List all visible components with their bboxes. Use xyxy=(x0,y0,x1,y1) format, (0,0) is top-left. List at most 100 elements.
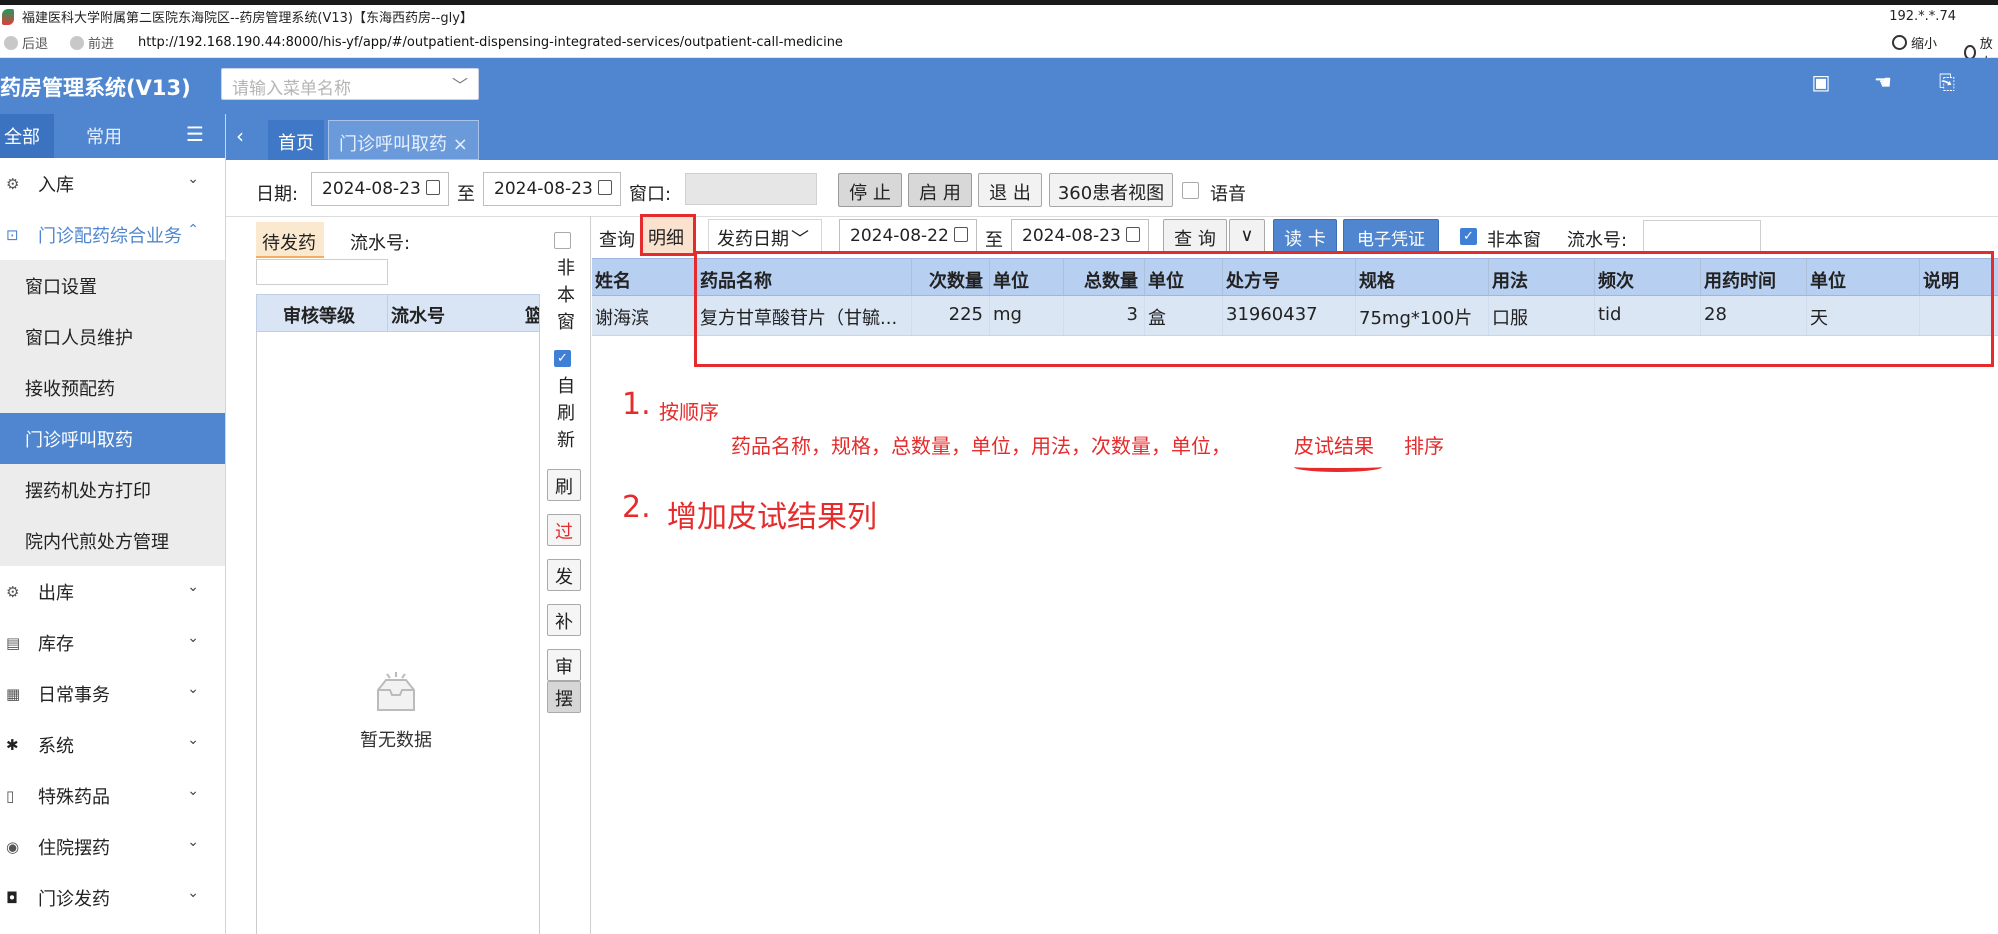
window-title-bar: 福建医科大学附属第二医院东海院区--药房管理系统(V13)【东海西药房--gly… xyxy=(0,0,1998,28)
serial-input[interactable] xyxy=(256,259,388,285)
serial-label: 流水号: xyxy=(350,233,411,254)
not-this-window-label-2: 非本窗 xyxy=(1487,230,1541,251)
search-dropdown-button[interactable]: ∨ xyxy=(1229,219,1265,253)
review-button[interactable]: 审 xyxy=(547,649,581,681)
auto-refresh-label: 自刷新 xyxy=(557,376,575,451)
not-this-window-label: 非本窗 xyxy=(557,258,575,333)
sidebar-item-daily[interactable]: ▦ 日常事务 ⌄ xyxy=(0,668,225,719)
chevron-up-icon: ⌃ xyxy=(187,222,199,238)
sidebar-subitem-decoction[interactable]: 院内代煎处方管理 xyxy=(0,515,225,566)
hand-icon[interactable]: ☚ xyxy=(1870,70,1896,96)
sidebar-subitem-window-staff[interactable]: 窗口人员维护 xyxy=(0,311,225,362)
col-serial: 流水号 xyxy=(391,306,445,327)
not-this-window-checkbox[interactable] xyxy=(554,232,571,249)
search-button[interactable]: 查 询 xyxy=(1163,219,1227,253)
menu-search-input[interactable]: 请输入菜单名称 ﹀ xyxy=(221,68,479,100)
col-basket: 篮 xyxy=(525,306,539,327)
medicine-icon: ▯ xyxy=(6,786,15,805)
refresh-button[interactable]: 刷 xyxy=(547,469,581,501)
enable-button[interactable]: 启 用 xyxy=(908,173,972,207)
e-voucher-button[interactable]: 电子凭证 xyxy=(1343,219,1439,253)
address-bar: 后退 前进 http://192.168.190.44:8000/his-yf/… xyxy=(0,28,1998,71)
machine-button[interactable]: 摆 xyxy=(547,681,581,713)
voice-checkbox[interactable] xyxy=(1182,182,1199,199)
col-patient-name: 姓名 xyxy=(592,259,697,295)
not-this-window-checkbox-2[interactable]: ✓ xyxy=(1460,228,1477,245)
chevron-down-icon: ∨ xyxy=(1240,225,1254,246)
calendar-icon: ▦ xyxy=(6,684,21,703)
divider xyxy=(387,295,388,331)
exit-button[interactable]: 退 出 xyxy=(978,173,1042,207)
chevron-down-icon: ﹀ xyxy=(451,76,468,95)
chevron-down-icon: ⌄ xyxy=(187,630,199,646)
calendar-icon xyxy=(598,180,612,195)
tab-call-medicine[interactable]: 门诊呼叫取药 × xyxy=(328,120,479,160)
dispense-date-from-input[interactable]: 2024-08-22 xyxy=(839,219,977,253)
sidebar-item-special-drugs[interactable]: ▯ 特殊药品 ⌄ xyxy=(0,770,225,821)
dispense-button[interactable]: 发 xyxy=(547,559,581,591)
calendar-icon xyxy=(426,180,440,195)
sidebar-item-inbound[interactable]: ⚙ 入库 ⌄ xyxy=(0,158,225,209)
auto-refresh-checkbox[interactable]: ✓ xyxy=(554,350,571,367)
sidebar-item-outpatient-dispensing[interactable]: ⊡ 门诊配药综合业务 ⌃ xyxy=(0,209,225,260)
serial-input-2[interactable] xyxy=(1643,220,1761,252)
sidebar-item-stock[interactable]: ▤ 库存 ⌄ xyxy=(0,617,225,668)
dispense-date-to-input[interactable]: 2024-08-23 xyxy=(1011,219,1149,253)
tab-all[interactable]: 全部 xyxy=(0,114,54,158)
annotation-order: 药品名称，规格，总数量，单位，用法，次数量，单位， xyxy=(731,434,1231,458)
annotation-sort: 排序 xyxy=(1404,434,1444,458)
app-title: 药房管理系统(V13) xyxy=(0,76,191,100)
annotation-text-2: 增加皮试结果列 xyxy=(667,500,877,535)
pending-list-header: 审核等级 流水号 篮 xyxy=(256,294,540,332)
chevron-down-icon: ﹀ xyxy=(791,229,809,250)
gear-icon: ⚙ xyxy=(6,174,20,193)
pending-list-body xyxy=(256,332,540,934)
supplement-button[interactable]: 补 xyxy=(547,604,581,636)
tab-home[interactable]: 首页 xyxy=(268,120,324,160)
back-button[interactable]: 后退 xyxy=(4,33,48,52)
menu-collapse-icon[interactable]: ☰ xyxy=(186,122,204,146)
target-icon: ◉ xyxy=(6,837,20,856)
calendar-icon xyxy=(1126,227,1140,242)
tab-pending-dispense[interactable]: 待发药 xyxy=(256,222,324,258)
date-type-select[interactable]: 发药日期 ﹀ xyxy=(708,219,822,253)
sidebar-subitem-receive-predispense[interactable]: 接收预配药 xyxy=(0,362,225,413)
serial-label-2: 流水号: xyxy=(1567,230,1628,251)
patient-360-view-button[interactable]: 360患者视图 xyxy=(1049,173,1173,207)
sidebar-item-outpatient-dispense[interactable]: ◘ 门诊发药 ⌄ xyxy=(0,872,225,923)
tab-favorites[interactable]: 常用 xyxy=(86,123,122,149)
zoom-out-button[interactable]: 缩小 xyxy=(1892,33,1937,52)
forward-button[interactable]: 前进 xyxy=(70,33,114,52)
divider xyxy=(226,216,1998,217)
sidebar-item-outbound[interactable]: ⚙ 出库 ⌄ xyxy=(0,566,225,617)
detail-tab[interactable]: 明细 xyxy=(640,214,696,256)
annotation-skin-test: 皮试结果 xyxy=(1294,434,1374,458)
screen-settings-icon[interactable]: ▣ xyxy=(1808,70,1834,96)
annotation-highlight-box xyxy=(694,251,1994,367)
close-icon[interactable]: × xyxy=(453,134,468,155)
read-card-button[interactable]: 读 卡 xyxy=(1273,219,1337,253)
sidebar-item-inpatient[interactable]: ◉ 住院摆药 ⌄ xyxy=(0,821,225,872)
date-from-input[interactable]: 2024-08-23 xyxy=(311,172,449,206)
filter-button[interactable]: 过 xyxy=(547,514,581,546)
chevron-left-icon[interactable]: ‹ xyxy=(236,124,244,148)
sidebar-subitem-call-medicine[interactable]: 门诊呼叫取药 xyxy=(0,413,225,464)
logout-icon[interactable]: ⎘ xyxy=(1934,70,1960,96)
cell-patient-name: 谢海滨 xyxy=(592,296,697,335)
annotation-underline xyxy=(1294,462,1382,472)
query-tab[interactable]: 查询 xyxy=(599,226,635,252)
date-to-input[interactable]: 2024-08-23 xyxy=(483,172,621,206)
annotation-text-1: 按顺序 xyxy=(659,400,719,424)
window-label: 窗口: xyxy=(629,184,672,205)
sidebar-subitem-machine-print[interactable]: 摆药机处方打印 xyxy=(0,464,225,515)
calendar-icon xyxy=(954,227,968,242)
window-select[interactable] xyxy=(685,173,817,205)
gear-icon: ⚙ xyxy=(6,582,20,601)
stop-button[interactable]: 停 止 xyxy=(838,173,902,207)
chevron-down-icon: ⌄ xyxy=(187,885,199,901)
url-field[interactable]: http://192.168.190.44:8000/his-yf/app/#/… xyxy=(138,35,843,50)
box-icon: ⊡ xyxy=(6,225,19,244)
sidebar-item-system[interactable]: ✱ 系统 ⌄ xyxy=(0,719,225,770)
sidebar-subitem-window-settings[interactable]: 窗口设置 xyxy=(0,260,225,311)
empty-state-text: 暂无数据 xyxy=(360,730,432,751)
